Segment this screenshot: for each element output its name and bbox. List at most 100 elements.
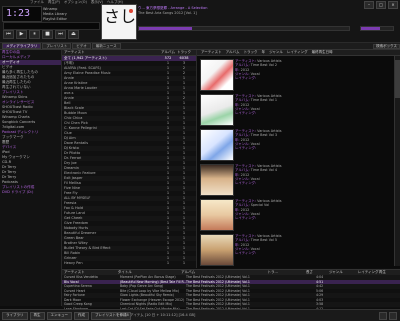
album-card[interactable]: アーティスト: Various Artistsアルバム: Time Best V… [200, 58, 360, 92]
album-card[interactable]: アーティスト: Various Artistsアルバム: Time Best V… [200, 163, 360, 197]
status-right-icons [379, 312, 397, 320]
album-meta-key: レイティング: [235, 76, 257, 81]
album-meta-line: レイティング: [235, 76, 360, 80]
album-meta-line: レイティング: [235, 146, 360, 150]
sidebar-item[interactable]: DVD ドライブ (D:) [0, 190, 61, 195]
list-icon[interactable] [389, 312, 397, 320]
now-playing-info: ウ... 東方夢想夏郷 - Arrange - A Selection The … [138, 6, 258, 16]
status-buttons: ライブラリ 再生 エンキュー 作成 プレイリストを作成 [2, 312, 131, 320]
album-art[interactable] [200, 199, 234, 231]
status-bar: ライブラリ 再生 エンキュー 作成 プレイリストを作成 6038 アイテム [10 日 … [0, 309, 400, 321]
album-column-header[interactable]: レイティング [283, 50, 308, 55]
seek-bar[interactable] [138, 26, 350, 31]
cover-dot [129, 9, 133, 13]
album-scrollbar[interactable] [394, 56, 400, 266]
album-meta-value: Time Best Vol 4 [250, 168, 278, 173]
minimize-icon[interactable]: – [364, 1, 374, 9]
album-meta-key: レイティング: [235, 111, 257, 116]
visualizer[interactable] [3, 22, 100, 30]
album-art[interactable] [200, 164, 234, 196]
album-meta: アーティスト: Various Artistsアルバム: Time Best V… [235, 59, 360, 80]
album-list-header: アーティスト アルバム トラック年ジャンル レイティング 最終再生日時 [197, 50, 400, 56]
album-meta-value: Time Best Vol 5 [250, 238, 278, 243]
status-button[interactable]: エンキュー [46, 312, 72, 320]
time-display[interactable]: 1:23 [2, 6, 42, 22]
play-icon[interactable]: ▶ [16, 30, 27, 39]
album-card[interactable]: アーティスト: Various Artists アルバム: Special Vol… [200, 198, 360, 232]
scroll-thumb[interactable] [395, 60, 400, 98]
maximize-icon[interactable]: □ [376, 1, 386, 9]
menu-play[interactable]: 再生(P) [48, 0, 60, 5]
column-track[interactable]: トラック [176, 50, 192, 55]
album-meta-key: レイティング: [235, 251, 257, 256]
stop-icon[interactable]: ■ [42, 30, 53, 39]
status-button[interactable]: 再生 [29, 312, 45, 320]
album-meta-line: レイティング: [235, 216, 360, 220]
album-meta-value: Time Best Vol 3 [250, 133, 278, 138]
menu-file[interactable]: ファイル [30, 0, 44, 5]
album-meta-key: レイティング: [235, 216, 257, 221]
album-column-header[interactable]: トラック [240, 50, 258, 55]
table-row[interactable]: Heavy Pen 1 1 [62, 261, 196, 266]
library-sidebar: 再生中の曲 ローカルメディア オーディオ ビデオ 最も多く再生したもの 最近追加されたもの… [0, 50, 62, 306]
status-button[interactable]: ライブラリ [2, 312, 28, 320]
album-art[interactable] [200, 234, 234, 266]
album-meta: アーティスト: Various Artistsアルバム: Time Best V… [235, 234, 360, 255]
seek-fill [139, 27, 192, 30]
next-icon[interactable]: ⏭ [55, 30, 66, 39]
playlist: Cursed Kiss Vendetta Moment (ParPlan Arc … [62, 275, 400, 316]
player-bar: ファイル 再生(P) オプション(O) 表示(V) ヘルプ(H) – □ × 1… [0, 0, 400, 43]
right-toolbar: 検索ボックス [197, 44, 400, 49]
tab-playlists[interactable]: プレイリスト [42, 43, 72, 49]
artist-rows: 全て (1,942 アーティスト) 572 6038 (不明) 1 3 ALVIRA (Fe… [62, 56, 196, 266]
album-column-header[interactable]: 年 [258, 50, 266, 55]
album-meta: アーティスト: Various Artistsアルバム: Time Best V… [235, 94, 360, 115]
column-artist[interactable]: アーティスト [62, 50, 160, 55]
album-column-header[interactable]: アルバム [222, 50, 240, 55]
artist-cell: Heavy Pen [64, 261, 83, 265]
pause-icon[interactable]: ⏸ [29, 30, 40, 39]
album-meta-key: レイティング: [235, 146, 257, 151]
menu-options[interactable]: オプション(O) [64, 0, 87, 5]
status-text: 6038 アイテム [10 日 + 10:11:12] [16.4 GB] [120, 313, 196, 317]
album-meta: アーティスト: Various Artistsアルバム: Time Best V… [235, 164, 360, 185]
close-icon[interactable]: × [388, 1, 398, 9]
elapsed-time: 1:23 [6, 8, 31, 19]
album-card[interactable]: アーティスト: Various Artistsアルバム: Time Best V… [200, 233, 360, 267]
album-column-header[interactable]: 最終再生日時 [308, 50, 333, 55]
artist-list: アーティスト アルバム トラック 全て (1,942 アーティスト) 572 603… [62, 50, 197, 268]
album-meta-key: レイティング: [235, 181, 257, 186]
album-card[interactable]: アーティスト: Various Artistsアルバム: Time Best V… [200, 128, 360, 162]
window-controls: – □ × [364, 1, 398, 9]
now-playing-cover: さし [101, 4, 137, 40]
album-meta: アーティスト: Various Artistsアルバム: Time Best V… [235, 129, 360, 150]
album-count-cell: 1 [166, 261, 170, 265]
album-art[interactable] [200, 129, 234, 161]
album-art[interactable] [200, 94, 234, 126]
album-meta-line: レイティング: [235, 251, 360, 255]
track-count-cell: 1 [182, 261, 186, 265]
column-album[interactable]: アルバム [160, 50, 176, 55]
player-info: Winamp Media Library Playlist Editor [43, 7, 98, 22]
album-meta-value: Time Best Vol 2 [250, 63, 278, 68]
volume-fill [361, 27, 381, 30]
status-button[interactable]: 作成 [74, 312, 89, 320]
album-meta-line: レイティング: [235, 181, 360, 185]
search-box-button[interactable]: 検索ボックス [373, 44, 400, 49]
previous-icon[interactable]: ⏮ [3, 30, 14, 39]
album-column-header[interactable]: ジャンル [265, 50, 283, 55]
album-column-header[interactable]: アーティスト [197, 50, 222, 55]
volume-slider[interactable] [360, 26, 394, 31]
tab-news[interactable]: 最新ニュース [91, 43, 121, 49]
eject-icon[interactable]: ⏏ [68, 30, 79, 39]
album-art[interactable] [200, 59, 234, 91]
grid-icon[interactable] [379, 312, 387, 320]
album-meta: アーティスト: Various Artists アルバム: Special Vol… [235, 199, 360, 220]
album-card[interactable]: アーティスト: Various Artistsアルバム: Time Best V… [200, 93, 360, 127]
now-playing-subtitle: The Best Aria Songs 2012 [Vol. 1] [138, 11, 197, 15]
tab-media-library[interactable]: メディアライブラリ [2, 43, 42, 49]
tab-video[interactable]: ビデオ [72, 43, 91, 49]
transport-controls: ⏮ ▶ ⏸ ■ ⏭ ⏏ [3, 30, 79, 39]
album-meta-line: レイティング: [235, 111, 360, 115]
album-meta-value: Special Vol [250, 203, 270, 208]
